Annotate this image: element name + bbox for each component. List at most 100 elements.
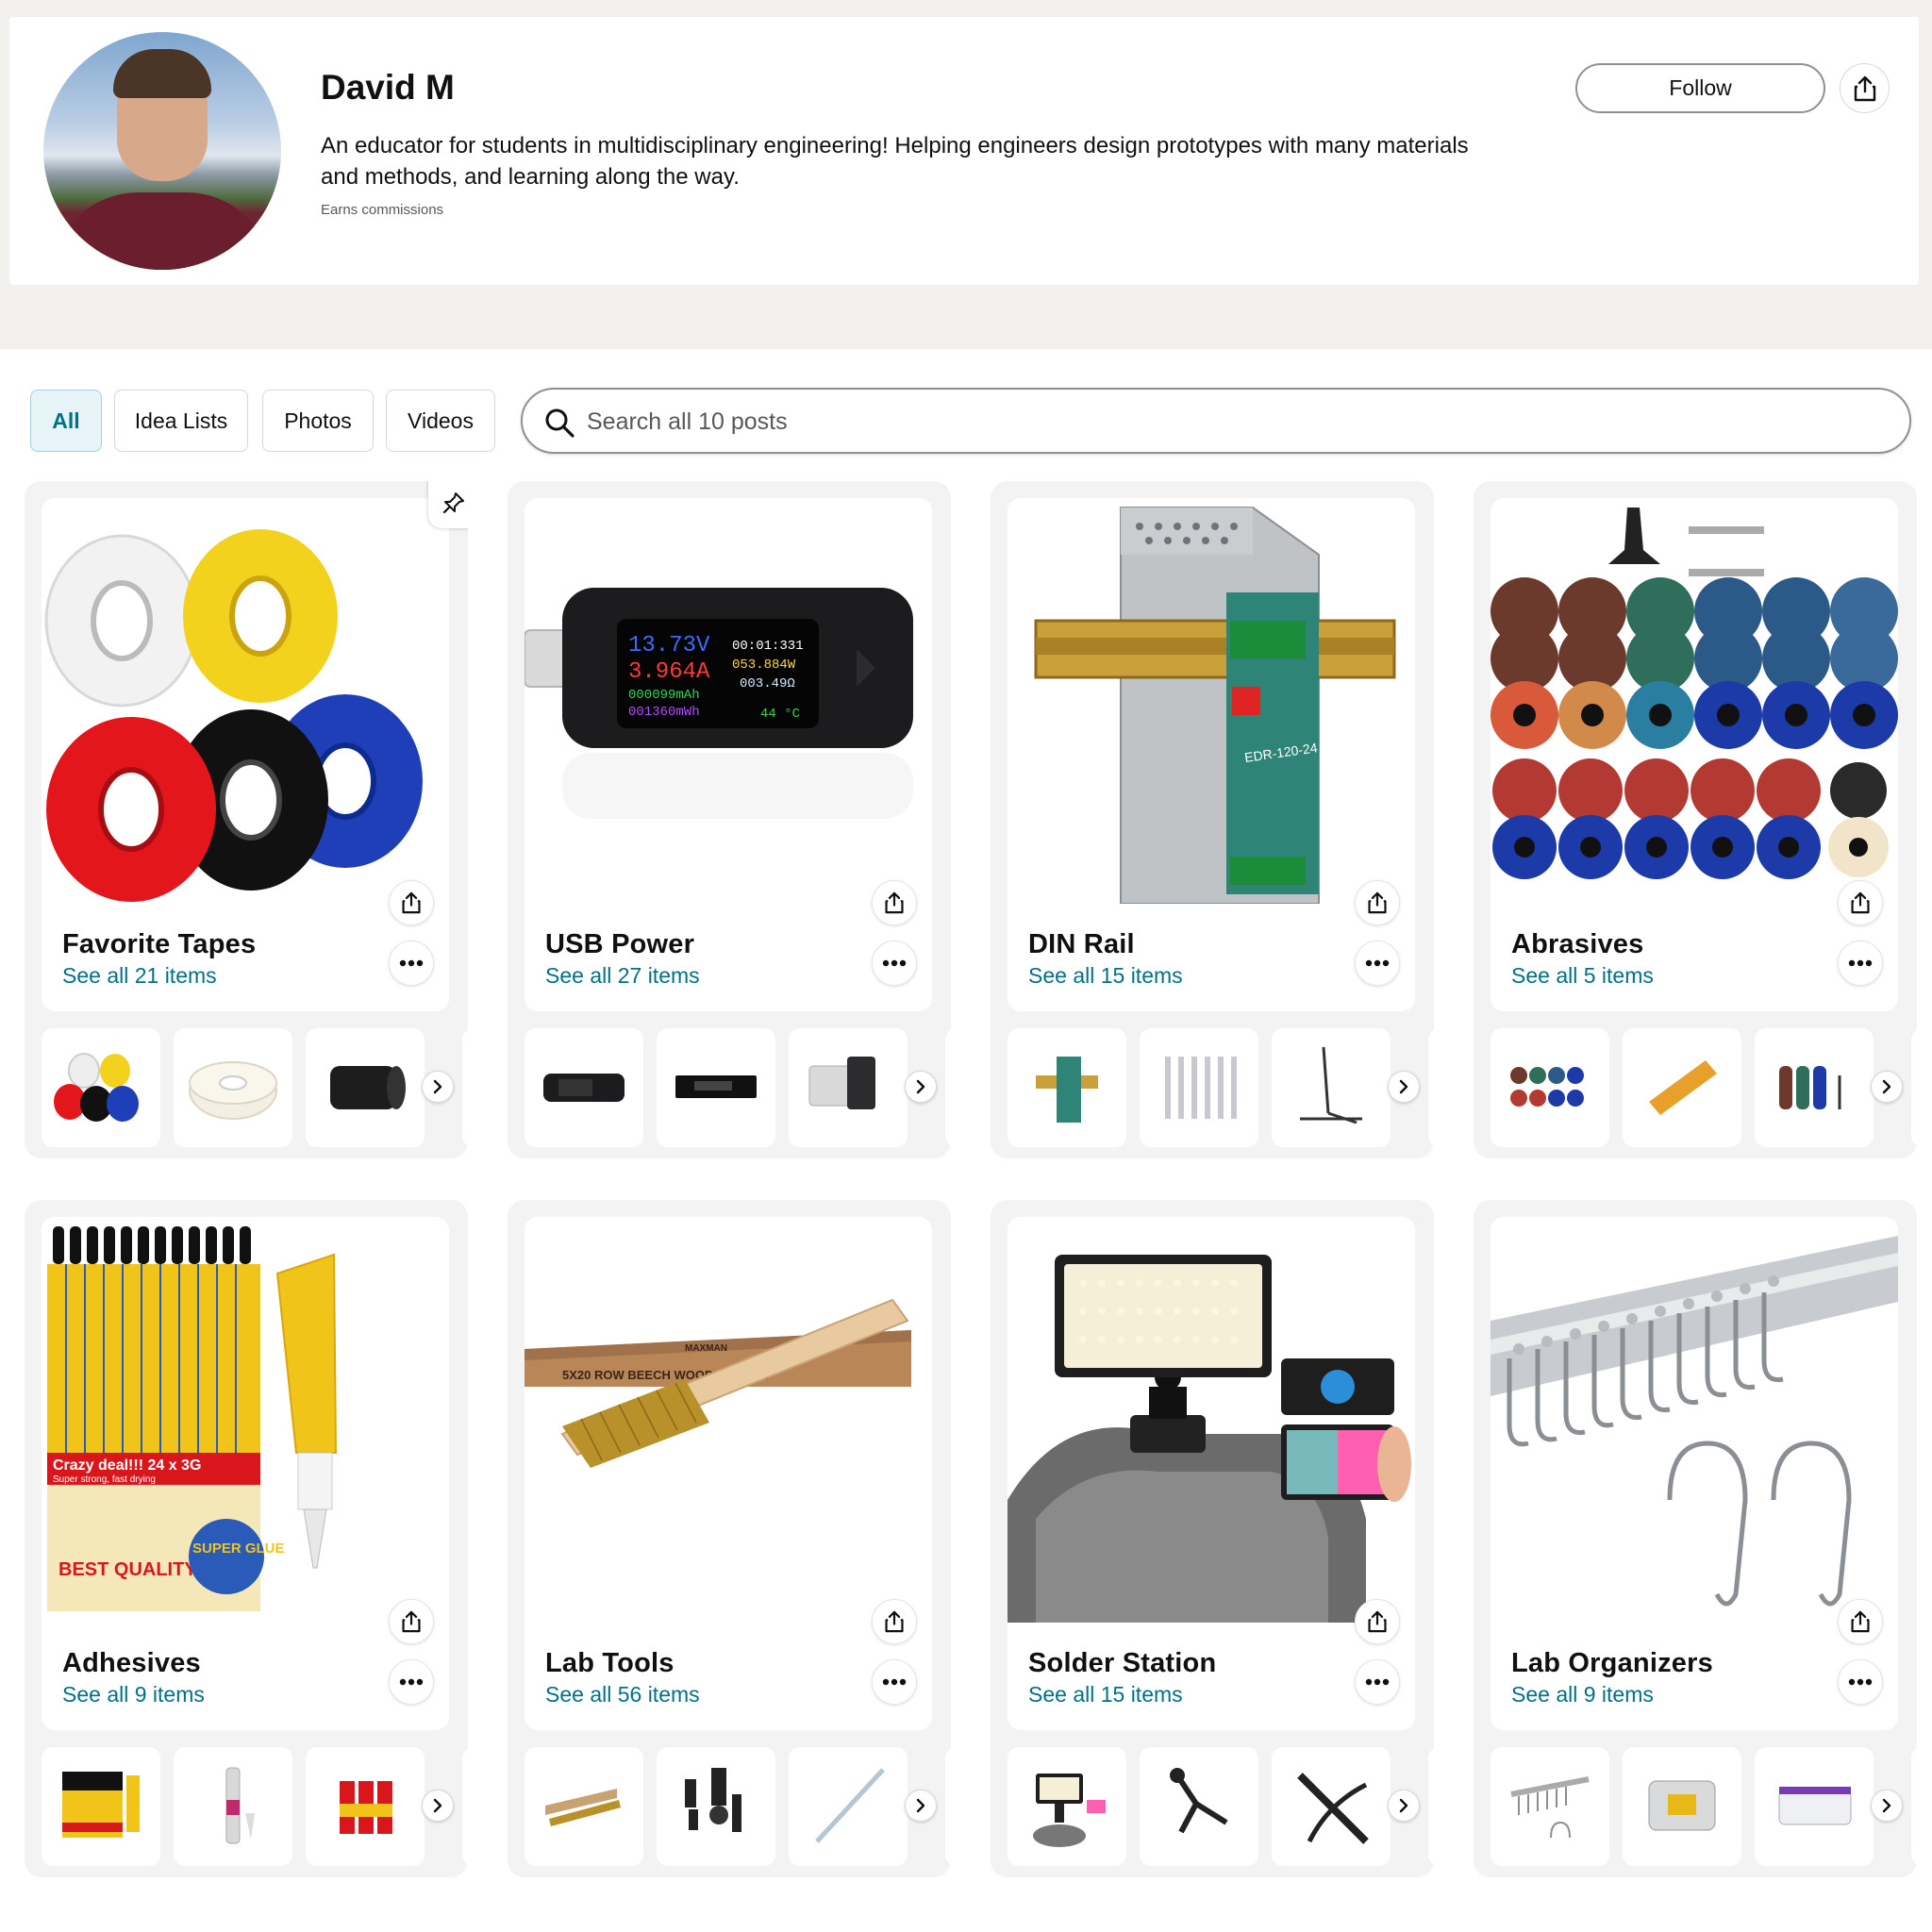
list-cover-image[interactable]: 5X20 ROW BEECH WOOD HANDLE MAXMAN	[525, 1217, 932, 1623]
list-see-all-link[interactable]: See all 27 items	[545, 963, 700, 989]
list-more-button[interactable]	[1838, 1659, 1883, 1705]
idea-list-main[interactable]: Favorite Tapes See all 21 items	[42, 498, 449, 1011]
tab-photos[interactable]: Photos	[262, 390, 374, 452]
idea-list-card: EDR-120-24 DIN Rail See all 15 items	[991, 481, 1434, 1158]
idea-list-main[interactable]: Lab Organizers See all 9 items	[1491, 1217, 1898, 1730]
thumbnail[interactable]	[1140, 1028, 1258, 1147]
idea-list-main[interactable]: Crazy deal!!! 24 x 3G Super strong, fast…	[42, 1217, 449, 1730]
list-share-button[interactable]	[389, 880, 434, 925]
chevron-right-icon	[1882, 1798, 1891, 1813]
thumbnail-strip	[42, 1747, 468, 1866]
list-cover-image[interactable]: 13.73V 3.964A 00:01:331 053.884W 003.49Ω…	[525, 498, 932, 904]
list-more-button[interactable]	[389, 1659, 434, 1705]
profile-card: David M An educator for students in mult…	[9, 17, 1919, 285]
thumbnail[interactable]	[1272, 1028, 1391, 1147]
list-cover-image[interactable]	[1008, 1217, 1415, 1623]
list-share-button[interactable]	[389, 1599, 434, 1644]
list-share-button[interactable]	[1355, 1599, 1400, 1644]
list-title[interactable]: Lab Tools	[545, 1648, 675, 1679]
thumbnail-next-button[interactable]	[905, 1071, 937, 1103]
list-title[interactable]: Abrasives	[1511, 929, 1643, 960]
thumbnail[interactable]	[1755, 1747, 1874, 1866]
svg-text:MAXMAN: MAXMAN	[685, 1343, 727, 1354]
idea-list-main[interactable]: Solder Station See all 15 items	[1008, 1217, 1415, 1730]
thumbnail[interactable]	[657, 1028, 775, 1147]
thumbnail[interactable]	[42, 1747, 160, 1866]
svg-text:000099mAh: 000099mAh	[628, 688, 700, 703]
thumbnail-next-button[interactable]	[1871, 1071, 1903, 1103]
list-title[interactable]: Favorite Tapes	[62, 929, 256, 960]
thumbnail-next-button[interactable]	[1388, 1071, 1420, 1103]
list-title[interactable]: USB Power	[545, 929, 694, 960]
thumbnail[interactable]	[1623, 1747, 1741, 1866]
list-see-all-link[interactable]: See all 5 items	[1511, 963, 1654, 989]
list-see-all-link[interactable]: See all 9 items	[62, 1682, 205, 1707]
list-see-all-link[interactable]: See all 56 items	[545, 1682, 700, 1707]
search-input[interactable]	[587, 399, 1889, 444]
list-cover-image[interactable]: Crazy deal!!! 24 x 3G Super strong, fast…	[42, 1217, 449, 1623]
list-title[interactable]: Adhesives	[62, 1648, 201, 1679]
idea-list-card: Solder Station See all 15 items	[991, 1200, 1434, 1877]
list-more-button[interactable]	[872, 1659, 917, 1705]
list-share-button[interactable]	[872, 880, 917, 925]
thumbnail[interactable]	[1008, 1028, 1126, 1147]
svg-text:Crazy deal!!! 24 x 3G: Crazy deal!!! 24 x 3G	[53, 1457, 201, 1474]
list-title[interactable]: DIN Rail	[1028, 929, 1135, 960]
thumbnail[interactable]	[174, 1747, 292, 1866]
list-cover-image[interactable]: EDR-120-24	[1008, 498, 1415, 904]
profile-share-button[interactable]	[1840, 63, 1890, 113]
list-more-button[interactable]	[1355, 1659, 1400, 1705]
list-more-button[interactable]	[872, 941, 917, 986]
thumbnail[interactable]	[525, 1028, 643, 1147]
thumbnail-next-button[interactable]	[1871, 1790, 1903, 1822]
thumbnail[interactable]	[42, 1028, 160, 1147]
thumbnail-next-button[interactable]	[905, 1790, 937, 1822]
idea-list-main[interactable]: Abrasives See all 5 items	[1491, 498, 1898, 1011]
more-icon	[399, 1678, 424, 1686]
thumbnail[interactable]	[1755, 1028, 1874, 1147]
list-share-button[interactable]	[1838, 880, 1883, 925]
thumbnail[interactable]	[1008, 1747, 1126, 1866]
thumbnail[interactable]	[1623, 1028, 1741, 1147]
thumbnail[interactable]	[306, 1747, 425, 1866]
list-title[interactable]: Lab Organizers	[1511, 1648, 1713, 1679]
thumbnail[interactable]	[306, 1028, 425, 1147]
thumbnail[interactable]	[525, 1747, 643, 1866]
list-see-all-link[interactable]: See all 15 items	[1028, 1682, 1183, 1707]
thumbnail-next-button[interactable]	[422, 1071, 454, 1103]
thumbnail-next-button[interactable]	[1388, 1790, 1420, 1822]
list-cover-image[interactable]	[1491, 498, 1898, 904]
thumbnail[interactable]	[657, 1747, 775, 1866]
list-more-button[interactable]	[389, 941, 434, 986]
list-see-all-link[interactable]: See all 21 items	[62, 963, 217, 989]
thumbnail[interactable]	[1272, 1747, 1391, 1866]
avatar[interactable]	[43, 32, 281, 270]
list-title[interactable]: Solder Station	[1028, 1648, 1216, 1679]
list-more-button[interactable]	[1838, 941, 1883, 986]
tab-videos[interactable]: Videos	[386, 390, 495, 452]
list-see-all-link[interactable]: See all 15 items	[1028, 963, 1183, 989]
search-box[interactable]	[521, 388, 1911, 454]
idea-list-main[interactable]: 13.73V 3.964A 00:01:331 053.884W 003.49Ω…	[525, 498, 932, 1011]
list-more-button[interactable]	[1355, 941, 1400, 986]
list-cover-image[interactable]	[42, 498, 449, 904]
thumbnail[interactable]	[789, 1028, 908, 1147]
thumbnail[interactable]	[1491, 1028, 1609, 1147]
idea-list-main[interactable]: 5X20 ROW BEECH WOOD HANDLE MAXMAN Lab To…	[525, 1217, 932, 1730]
list-cover-image[interactable]	[1491, 1217, 1898, 1623]
list-share-button[interactable]	[1838, 1599, 1883, 1644]
list-share-button[interactable]	[872, 1599, 917, 1644]
thumbnail[interactable]	[1491, 1747, 1609, 1866]
idea-list-main[interactable]: EDR-120-24 DIN Rail See all 15 items	[1008, 498, 1415, 1011]
follow-button[interactable]: Follow	[1575, 63, 1825, 113]
thumbnail[interactable]	[174, 1028, 292, 1147]
pin-button[interactable]	[428, 481, 468, 528]
thumbnail-next-button[interactable]	[422, 1790, 454, 1822]
thumbnail[interactable]	[789, 1747, 908, 1866]
list-share-button[interactable]	[1355, 880, 1400, 925]
thumbnail[interactable]	[1140, 1747, 1258, 1866]
list-see-all-link[interactable]: See all 9 items	[1511, 1682, 1654, 1707]
tab-all[interactable]: All	[30, 390, 102, 452]
tab-idea-lists[interactable]: Idea Lists	[114, 390, 248, 452]
share-icon	[1854, 75, 1875, 101]
